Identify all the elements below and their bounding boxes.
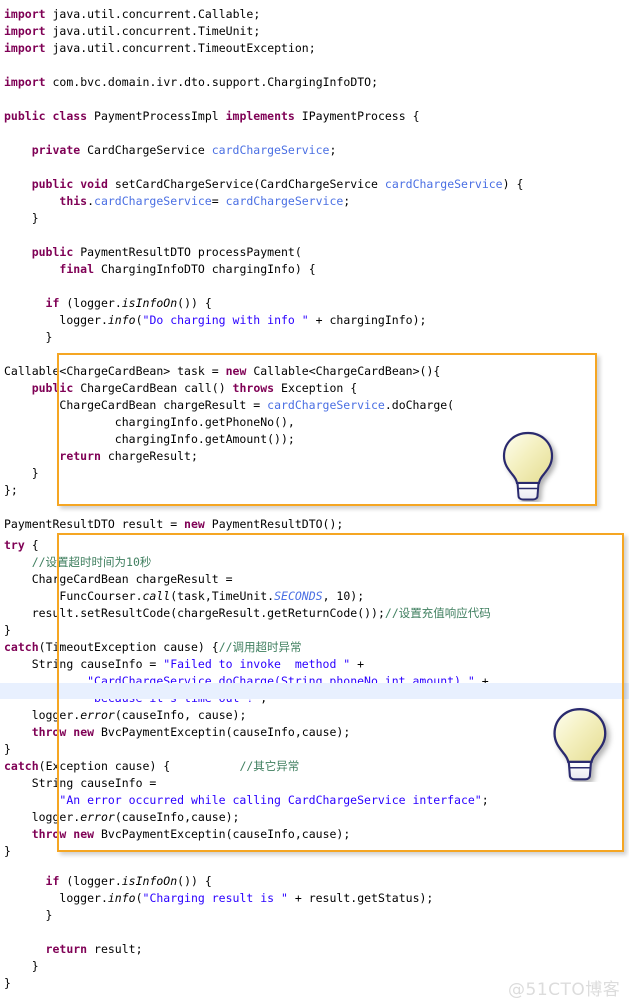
code-line: final ChargingInfoDTO chargingInfo) { [59, 262, 316, 276]
code-line: catch(TimeoutException cause) {//调用超时异常 [4, 640, 302, 654]
code-line: if (logger.isInfoOn()) { [45, 874, 212, 888]
code-line: } [4, 844, 11, 858]
code-line: catch(Exception cause) { //其它异常 [4, 759, 300, 773]
code-line: throw new BvcPaymentExceptin(causeInfo,c… [31, 827, 351, 841]
code-line: } [4, 623, 11, 637]
current-line-highlight [0, 683, 629, 699]
code-line: try { [4, 538, 39, 552]
code-line: } [4, 211, 39, 225]
code-line: ChargeCardBean chargeResult = [31, 572, 233, 586]
code-line: public ChargeCardBean call() throws Exce… [31, 381, 358, 395]
code-line: result.setResultCode(chargeResult.getRet… [31, 606, 491, 620]
lightbulb-icon [502, 431, 554, 501]
code-line: if (logger.isInfoOn()) { [45, 296, 212, 310]
code-line: public void setCardChargeService(CardCha… [31, 177, 524, 191]
code-line: private CardChargeService cardChargeServ… [31, 143, 337, 157]
code-line: return result; [45, 942, 143, 956]
lightbulb-icon [553, 708, 607, 781]
code-line: import com.bvc.domain.ivr.dto.support.Ch… [4, 75, 379, 89]
code-line: import java.util.concurrent.TimeUnit; [4, 24, 261, 38]
code-line: } [4, 330, 53, 344]
code-line: import java.util.concurrent.TimeoutExcep… [4, 41, 316, 55]
code-line: PaymentResultDTO result = new PaymentRes… [4, 517, 344, 531]
watermark-label: @51CTO博客 [508, 980, 621, 1000]
code-line: throw new BvcPaymentExceptin(causeInfo,c… [31, 725, 351, 739]
code-line: "An error occurred while calling CardCha… [59, 793, 489, 807]
code-line: } [4, 959, 39, 973]
code-line: public class PaymentProcessImpl implemen… [4, 109, 420, 123]
code-line: public PaymentResultDTO processPayment( [31, 245, 302, 259]
code-line: } [4, 742, 11, 756]
code-line: } [4, 908, 53, 922]
code-line: FuncCourser.call(task,TimeUnit.SECONDS, … [59, 589, 365, 603]
code-line: logger.info("Charging result is " + resu… [59, 891, 434, 905]
code-line: Callable<ChargeCardBean> task = new Call… [4, 364, 441, 378]
code-line: logger.info("Do charging with info " + c… [59, 313, 427, 327]
code-line: import java.util.concurrent.Callable; [4, 7, 261, 21]
code-editor-surface: import java.util.concurrent.Callable; imp… [0, 0, 629, 1005]
code-line: String causeInfo = "Failed to invoke met… [31, 657, 365, 671]
code-line: logger.error(causeInfo, cause); [31, 708, 247, 722]
code-line: logger.error(causeInfo,cause); [31, 810, 240, 824]
code-line: this.cardChargeService= cardChargeServic… [59, 194, 351, 208]
code-line: ChargeCardBean chargeResult = cardCharge… [59, 398, 455, 412]
code-line: chargingInfo.getPhoneNo(), [114, 415, 295, 429]
code-line: //设置超时时间为10秒 [31, 555, 152, 569]
code-line: String causeInfo = [31, 776, 157, 790]
